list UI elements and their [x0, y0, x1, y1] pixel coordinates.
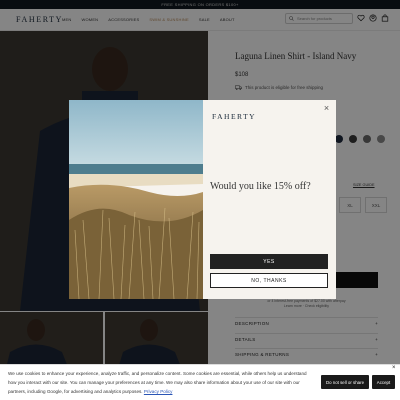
accept-cookies-button[interactable]: Accept	[372, 375, 395, 389]
cookie-text: We use cookies to enhance your experienc…	[8, 369, 314, 396]
yes-button[interactable]: YES	[210, 254, 328, 269]
close-icon[interactable]: ×	[392, 365, 396, 371]
modal-headline: Would you like 15% off?	[210, 181, 311, 192]
modal-logo: FAHERTY	[212, 112, 257, 121]
privacy-policy-link[interactable]: Privacy Policy	[144, 389, 173, 394]
beach-image	[69, 100, 203, 299]
cookie-banner: We use cookies to enhance your experienc…	[0, 364, 400, 400]
discount-modal: FAHERTY × Would you like 15% off? YES NO…	[69, 100, 336, 299]
do-not-sell-button[interactable]: Do not sell or share	[321, 375, 369, 389]
no-thanks-button[interactable]: NO, THANKS	[210, 273, 328, 288]
close-icon[interactable]: ×	[322, 104, 331, 113]
